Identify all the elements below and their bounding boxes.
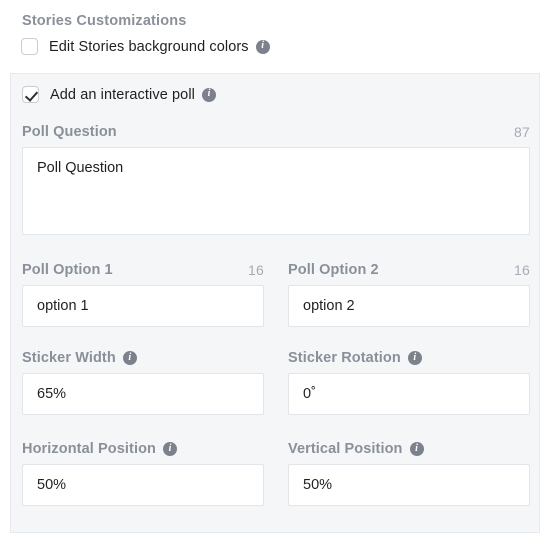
field-label-vertical-position: Vertical Position i xyxy=(288,441,424,457)
field-label-sticker-width: Sticker Width i xyxy=(22,350,137,366)
field-horizontal-position: Horizontal Position i xyxy=(22,439,264,506)
field-header: Horizontal Position i xyxy=(22,439,264,459)
char-counter-poll-option-1: 16 xyxy=(248,262,264,278)
info-icon-interactive-poll[interactable]: i xyxy=(201,87,216,102)
field-header: Sticker Rotation i xyxy=(288,348,530,368)
field-label-poll-option-2: Poll Option 2 xyxy=(288,262,379,278)
info-icon-glyph: i xyxy=(168,442,172,454)
field-vertical-position: Vertical Position i xyxy=(288,439,530,506)
field-label-poll-question: Poll Question xyxy=(22,124,117,140)
poll-option-1-input[interactable] xyxy=(22,285,264,327)
checkbox-label-edit-background: Edit Stories background colors xyxy=(49,38,249,55)
info-icon-edit-background[interactable]: i xyxy=(255,39,270,54)
char-counter-poll-option-2: 16 xyxy=(514,262,530,278)
info-icon-glyph: i xyxy=(207,88,211,99)
info-icon-sticker-width[interactable]: i xyxy=(122,351,137,365)
field-poll-question: Poll Question 87 Poll Question xyxy=(22,122,530,240)
horizontal-position-input[interactable] xyxy=(22,464,264,506)
checkbox-interactive-poll[interactable] xyxy=(22,86,39,103)
checkbox-row-edit-background[interactable]: Edit Stories background colors i xyxy=(21,38,270,55)
info-icon-sticker-rotation[interactable]: i xyxy=(407,351,422,365)
field-label-text: Horizontal Position xyxy=(22,441,157,457)
char-counter-poll-question: 87 xyxy=(514,124,530,140)
field-header: Poll Question 87 xyxy=(22,122,530,142)
field-label-poll-option-1: Poll Option 1 xyxy=(22,262,113,278)
field-sticker-width: Sticker Width i xyxy=(22,348,264,415)
page-title: Stories Customizations xyxy=(22,13,187,29)
checkbox-edit-background[interactable] xyxy=(21,38,38,55)
info-icon-glyph: i xyxy=(128,351,132,363)
poll-settings-panel: Add an interactive poll i Poll Question … xyxy=(10,73,540,533)
field-header: Vertical Position i xyxy=(288,439,530,459)
field-label-text: Sticker Rotation xyxy=(288,350,401,366)
sticker-rotation-input[interactable] xyxy=(288,373,530,415)
field-header: Poll Option 1 16 xyxy=(22,260,264,280)
info-icon-glyph: i xyxy=(261,40,265,51)
checkbox-label-interactive-poll: Add an interactive poll xyxy=(50,86,195,103)
field-label-sticker-rotation: Sticker Rotation i xyxy=(288,350,422,366)
poll-question-textarea[interactable]: Poll Question xyxy=(22,147,530,235)
field-poll-option-1: Poll Option 1 16 xyxy=(22,260,264,327)
field-sticker-rotation: Sticker Rotation i xyxy=(288,348,530,415)
stories-customizations-panel: Stories Customizations Edit Stories back… xyxy=(0,0,550,548)
field-header: Poll Option 2 16 xyxy=(288,260,530,280)
field-header: Sticker Width i xyxy=(22,348,264,368)
sticker-width-input[interactable] xyxy=(22,373,264,415)
info-icon-horizontal-position[interactable]: i xyxy=(163,442,178,456)
info-icon-glyph: i xyxy=(413,351,417,363)
field-label-horizontal-position: Horizontal Position i xyxy=(22,441,178,457)
info-icon-vertical-position[interactable]: i xyxy=(409,442,424,456)
poll-option-2-input[interactable] xyxy=(288,285,530,327)
vertical-position-input[interactable] xyxy=(288,464,530,506)
checkbox-row-interactive-poll[interactable]: Add an interactive poll i xyxy=(22,86,216,103)
field-poll-option-2: Poll Option 2 16 xyxy=(288,260,530,327)
info-icon-glyph: i xyxy=(415,442,418,454)
field-label-text: Sticker Width xyxy=(22,350,116,366)
field-label-text: Vertical Position xyxy=(288,441,403,457)
